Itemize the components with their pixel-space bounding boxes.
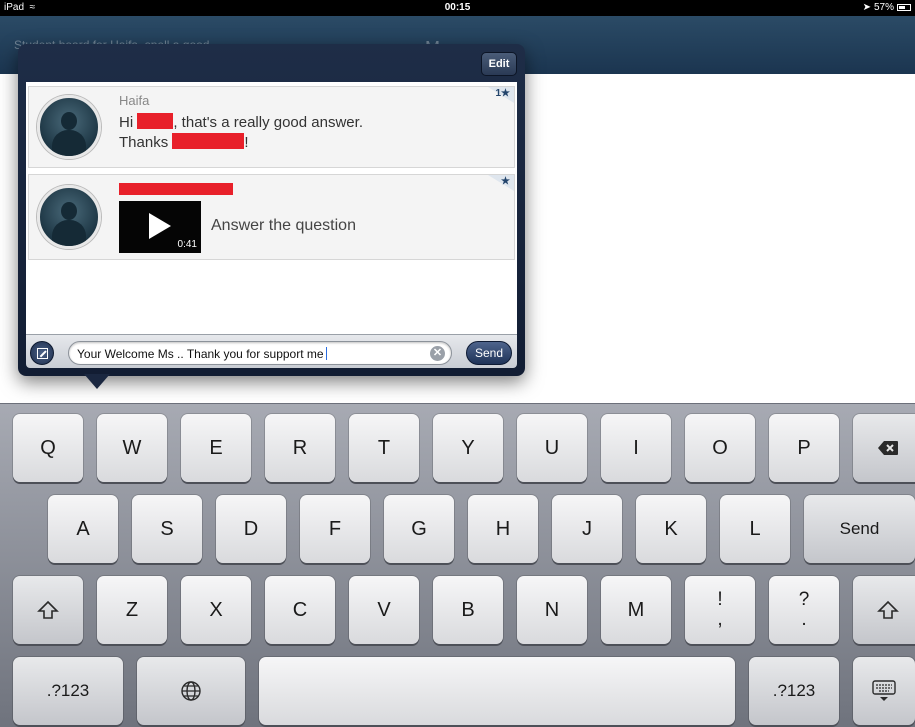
battery-percent: 57% xyxy=(873,2,894,13)
key-f[interactable]: F xyxy=(300,495,370,563)
key-q[interactable]: Q xyxy=(13,414,83,482)
key-y[interactable]: Y xyxy=(433,414,503,482)
key-c[interactable]: C xyxy=(265,576,335,644)
text-segment: Hi xyxy=(119,114,138,131)
key-b[interactable]: B xyxy=(433,576,503,644)
person-body-icon xyxy=(52,220,86,246)
key-s[interactable]: S xyxy=(132,495,202,563)
person-head-icon xyxy=(61,112,77,130)
key-bottom-char: , xyxy=(717,609,723,630)
numbers-key-left[interactable]: .?123 xyxy=(13,657,123,725)
message-input-value: Your Welcome Ms .. Thank you for support… xyxy=(77,347,324,361)
key-i[interactable]: I xyxy=(601,414,671,482)
key-p[interactable]: P xyxy=(769,414,839,482)
key-h[interactable]: H xyxy=(468,495,538,563)
shift-icon xyxy=(877,600,899,619)
send-button[interactable]: Send xyxy=(466,341,512,365)
message-item[interactable]: Haifa Hi , that's a really good answer. … xyxy=(28,86,515,168)
delete-key[interactable] xyxy=(853,414,915,482)
key-top-char: ! xyxy=(717,589,723,610)
key-n[interactable]: N xyxy=(517,576,587,644)
key-m[interactable]: M xyxy=(601,576,671,644)
message-item[interactable]: 0:41 Answer the question ★ xyxy=(28,174,515,260)
globe-icon xyxy=(181,681,201,701)
video-caption: Answer the question xyxy=(211,217,356,234)
play-icon xyxy=(149,213,171,239)
key-t[interactable]: T xyxy=(349,414,419,482)
person-head-icon xyxy=(61,202,77,220)
shift-icon xyxy=(37,600,59,619)
key-j[interactable]: J xyxy=(552,495,622,563)
space-key[interactable] xyxy=(259,657,735,725)
numbers-key-right[interactable]: .?123 xyxy=(749,657,839,725)
battery-icon xyxy=(897,4,911,11)
key-e[interactable]: E xyxy=(181,414,251,482)
shift-key-right[interactable] xyxy=(853,576,915,644)
key-question-period[interactable]: ? . xyxy=(769,576,839,644)
popover-arrow xyxy=(84,374,110,389)
text-segment: , that's a really good answer. xyxy=(173,114,363,131)
text-segment: Thanks xyxy=(119,134,173,151)
key-w[interactable]: W xyxy=(97,414,167,482)
star-ribbon[interactable]: ★ xyxy=(466,175,514,191)
status-right: ➤ 57% xyxy=(863,2,911,13)
key-bottom-char: . xyxy=(801,609,807,630)
message-text: Hi , that's a really good answer. Thanks… xyxy=(119,113,489,153)
redacted-block xyxy=(137,113,174,129)
key-v[interactable]: V xyxy=(349,576,419,644)
message-list[interactable]: Haifa Hi , that's a really good answer. … xyxy=(26,82,517,334)
text-caret xyxy=(325,347,327,360)
key-x[interactable]: X xyxy=(181,576,251,644)
attach-button[interactable] xyxy=(30,341,54,365)
compose-edit-icon xyxy=(36,347,48,359)
key-k[interactable]: K xyxy=(636,495,706,563)
avatar xyxy=(37,95,101,159)
text-segment: ! xyxy=(244,134,249,151)
clear-input-button[interactable]: ✕ xyxy=(430,346,445,361)
status-bar: iPad ≈ 00:15 ➤ 57% xyxy=(0,0,915,16)
key-d[interactable]: D xyxy=(216,495,286,563)
key-g[interactable]: G xyxy=(384,495,454,563)
redacted-sender xyxy=(119,183,233,195)
key-a[interactable]: A xyxy=(48,495,118,563)
onscreen-keyboard: Q W E R T Y U I O P A S D F G H J K L Se… xyxy=(0,403,915,727)
location-icon: ➤ xyxy=(862,2,871,13)
key-r[interactable]: R xyxy=(265,414,335,482)
dual-label: ? . xyxy=(799,590,810,630)
edit-button[interactable]: Edit xyxy=(481,52,517,76)
avatar xyxy=(37,185,101,249)
keyboard-dismiss-icon xyxy=(872,680,896,701)
send-key[interactable]: Send xyxy=(804,495,915,563)
status-time: 00:15 xyxy=(444,2,471,13)
star-icon: ★ xyxy=(501,176,510,187)
star-count: 1★ xyxy=(495,88,510,99)
dismiss-keyboard-key[interactable] xyxy=(853,657,915,725)
key-o[interactable]: O xyxy=(685,414,755,482)
key-top-char: ? xyxy=(798,589,810,610)
compose-bar: Your Welcome Ms .. Thank you for support… xyxy=(26,334,517,368)
key-u[interactable]: U xyxy=(517,414,587,482)
star-ribbon[interactable]: 1★ xyxy=(466,87,514,103)
message-input[interactable]: Your Welcome Ms .. Thank you for support… xyxy=(68,341,452,365)
redacted-block xyxy=(172,133,245,149)
key-l[interactable]: L xyxy=(720,495,790,563)
video-thumbnail[interactable]: 0:41 xyxy=(119,201,201,253)
dual-label: ! , xyxy=(717,590,722,630)
message-sender: Haifa xyxy=(119,93,150,108)
person-body-icon xyxy=(52,130,86,156)
video-duration: 0:41 xyxy=(177,239,197,250)
messages-popover: Edit Haifa Hi , that's a really good ans… xyxy=(18,44,525,376)
backspace-icon xyxy=(878,441,898,455)
key-z[interactable]: Z xyxy=(97,576,167,644)
globe-key[interactable] xyxy=(137,657,245,725)
key-exclamation-comma[interactable]: ! , xyxy=(685,576,755,644)
screen: iPad ≈ 00:15 ➤ 57% Student board for Hai… xyxy=(0,0,915,727)
shift-key-left[interactable] xyxy=(13,576,83,644)
